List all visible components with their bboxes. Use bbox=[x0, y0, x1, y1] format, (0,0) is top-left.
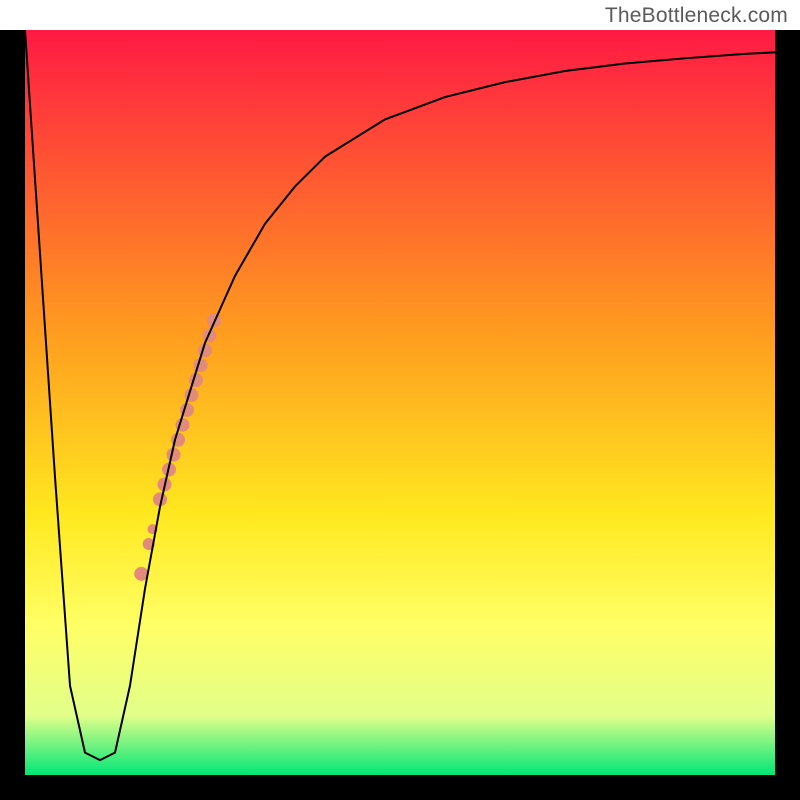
watermark-text: TheBottleneck.com bbox=[605, 4, 788, 28]
chart-container: TheBottleneck.com bbox=[0, 0, 800, 800]
bottleneck-chart bbox=[0, 0, 800, 800]
